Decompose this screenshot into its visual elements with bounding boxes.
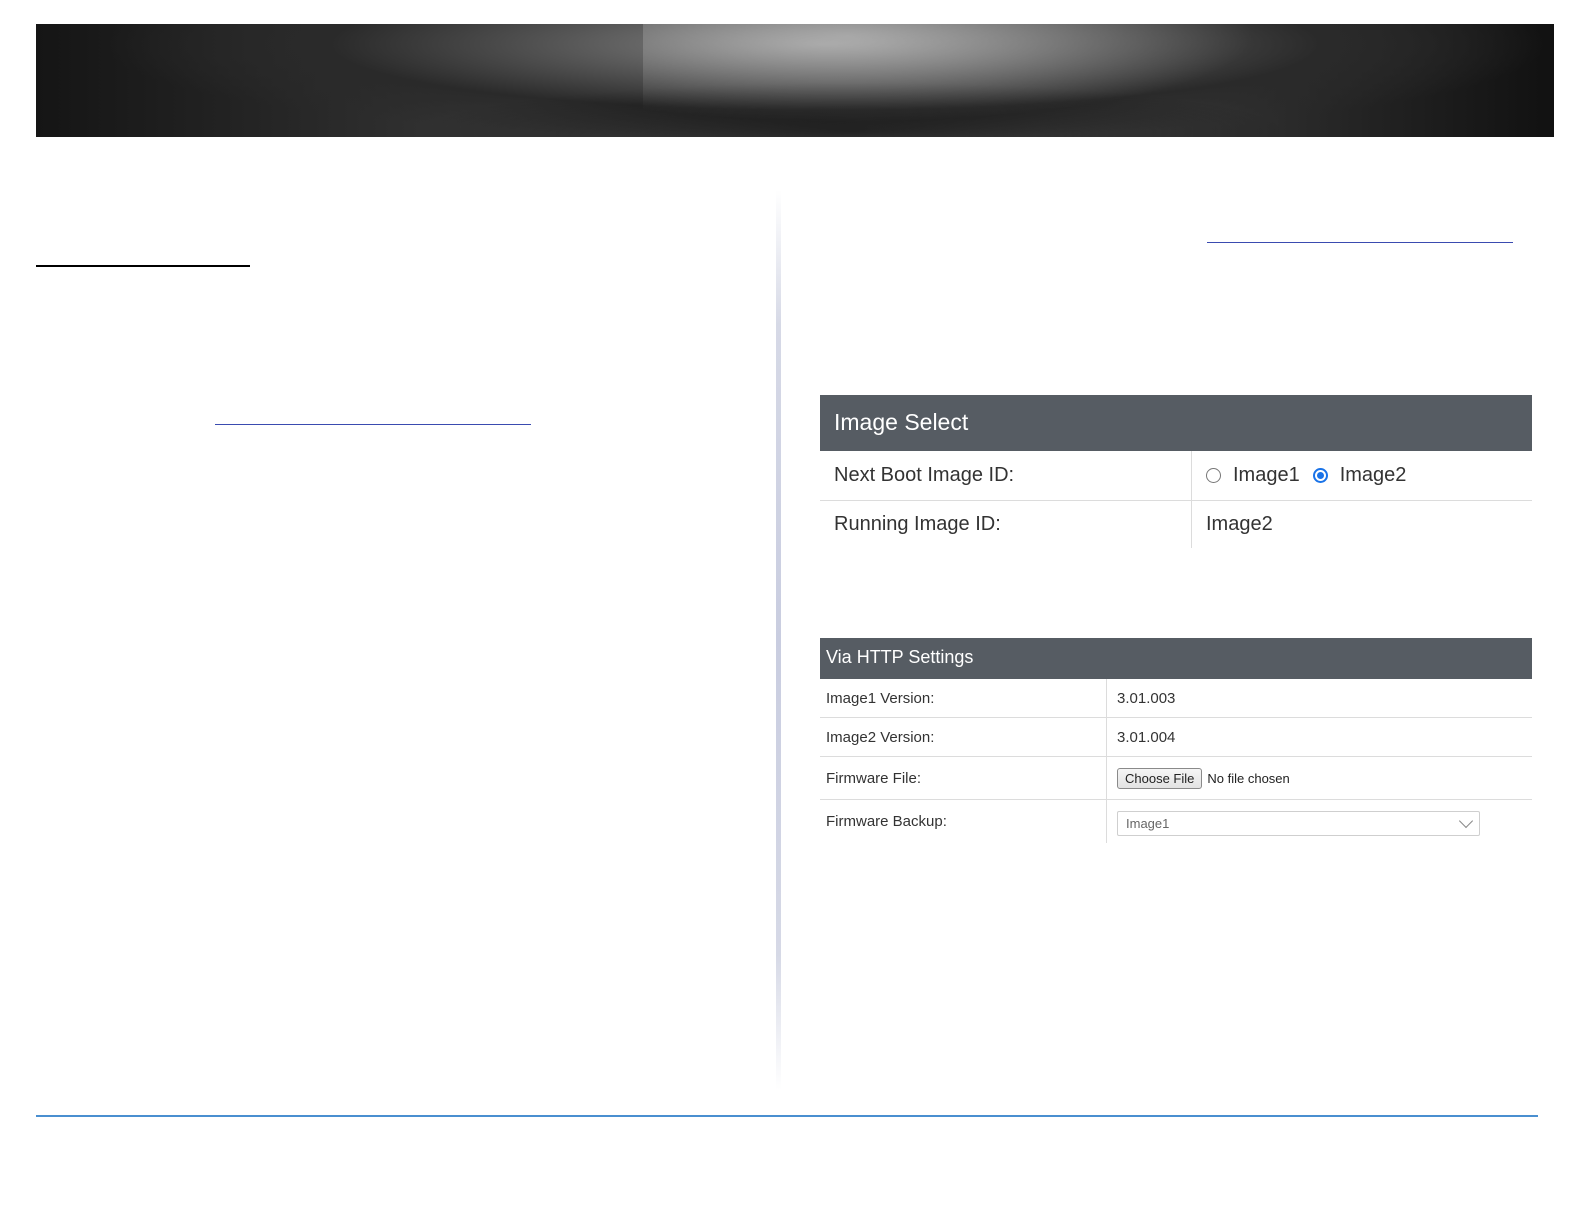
via-http-settings-panel: Via HTTP Settings Image1 Version: 3.01.0… (820, 638, 1532, 843)
image1-radio[interactable] (1206, 468, 1221, 483)
firmware-file-label: Firmware File: (820, 757, 1107, 799)
firmware-file-input: Choose File No file chosen (1107, 757, 1290, 799)
firmware-backup-label: Firmware Backup: (820, 800, 1107, 843)
firmware-backup-selected: Image1 (1126, 816, 1170, 831)
running-image-label: Running Image ID: (820, 501, 1192, 548)
image1-version-value: 3.01.003 (1117, 689, 1176, 707)
footer-divider (36, 1115, 1538, 1117)
running-image-row: Running Image ID: Image2 (820, 501, 1532, 548)
image2-radio-label[interactable]: Image2 (1340, 464, 1407, 487)
file-status-text: No file chosen (1207, 770, 1290, 786)
running-image-value: Image2 (1206, 513, 1273, 535)
firmware-backup-cell: Image1 (1107, 800, 1480, 843)
banner-sheen (643, 24, 1327, 137)
image2-version-label: Image2 Version: (820, 718, 1107, 756)
next-boot-image-options: Image1 Image2 (1192, 451, 1419, 500)
image1-version-row: Image1 Version: 3.01.003 (820, 679, 1532, 718)
firmware-backup-row: Firmware Backup: Image1 (820, 800, 1532, 843)
image-select-title: Image Select (820, 395, 1532, 451)
image1-version-label: Image1 Version: (820, 679, 1107, 717)
choose-file-button[interactable]: Choose File (1117, 767, 1203, 789)
image1-radio-label[interactable]: Image1 (1233, 464, 1300, 487)
column-divider (776, 190, 781, 1090)
link-underline-left-top (36, 265, 250, 267)
firmware-backup-select[interactable]: Image1 (1117, 811, 1480, 836)
image-select-panel: Image Select Next Boot Image ID: Image1 … (820, 395, 1532, 548)
next-boot-image-label: Next Boot Image ID: (820, 451, 1192, 500)
link-underline-right-top (1207, 242, 1513, 243)
via-http-title: Via HTTP Settings (820, 638, 1532, 679)
header-banner (36, 24, 1554, 137)
link-underline-left-mid (215, 424, 531, 425)
firmware-file-row: Firmware File: Choose File No file chose… (820, 757, 1532, 800)
image2-version-row: Image2 Version: 3.01.004 (820, 718, 1532, 757)
next-boot-image-row: Next Boot Image ID: Image1 Image2 (820, 451, 1532, 501)
image2-version-value: 3.01.004 (1117, 728, 1176, 746)
image2-radio[interactable] (1312, 468, 1328, 483)
chevron-down-icon (1458, 813, 1474, 829)
